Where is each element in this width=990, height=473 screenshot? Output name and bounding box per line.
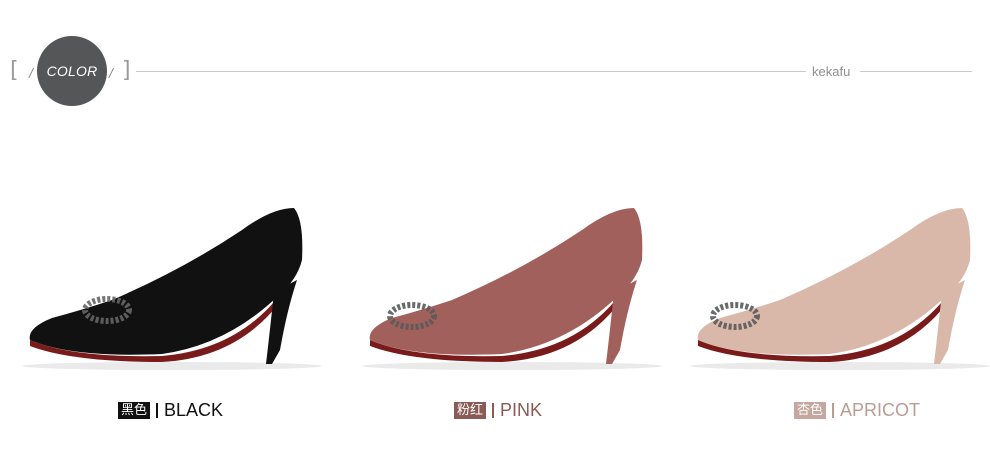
shoe-apricot [680,190,990,380]
color-badge-label: COLOR [46,63,98,79]
caption-apricot-cn: 杏色 [794,402,827,419]
caption-pink-cn: 粉红 [454,402,487,419]
caption-pink: 粉红 PINK [454,400,542,421]
caption-black-cn: 黑色 [118,402,151,419]
slash-left: / [29,65,33,81]
left-bracket: [ [10,58,19,83]
caption-apricot: 杏色 APRICOT [794,400,920,421]
caption-separator [156,403,159,418]
right-bracket: ] [122,58,131,83]
caption-pink-en: PINK [500,400,543,420]
shoe-pink [352,190,672,380]
brand-name: kekafu [812,64,851,79]
color-badge: COLOR [37,36,107,106]
shoe-black-illustration [22,208,322,370]
header: [ / COLOR / ] kekafu [0,0,990,120]
divider-line-end [860,71,972,72]
slash-right: / [109,65,113,81]
shoe-apricot-illustration [690,208,990,370]
divider-line [136,71,806,72]
caption-separator [492,403,495,418]
caption-black: 黑色 BLACK [118,400,223,421]
shoe-black [12,190,332,380]
caption-separator [832,403,835,418]
caption-black-en: BLACK [164,400,224,420]
shoe-pink-illustration [362,208,662,370]
caption-apricot-en: APRICOT [840,400,921,420]
